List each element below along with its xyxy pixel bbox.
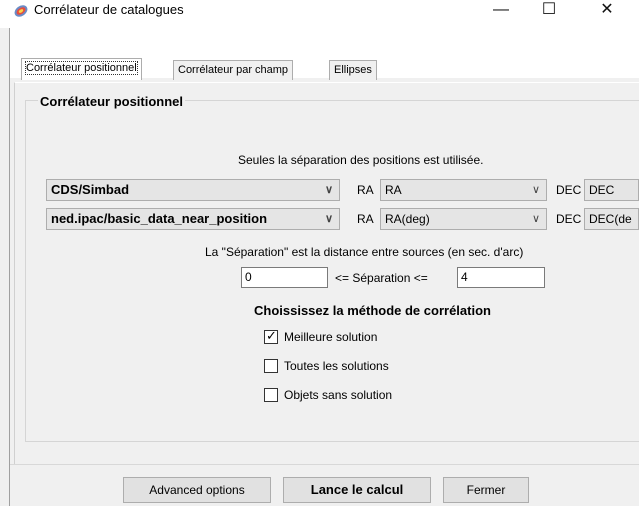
- panel-bottom-divider: [10, 464, 639, 465]
- chevron-down-icon: ∨: [324, 213, 333, 225]
- ra-column-select-2[interactable]: RA(deg) ∨: [380, 208, 547, 230]
- tab-label: Corrélateur par champ: [178, 64, 289, 76]
- chevron-down-icon: ∨: [531, 213, 540, 225]
- option-label: Toutes les solutions: [284, 359, 389, 373]
- tab-correlateur-positionnel[interactable]: Corrélateur positionnel: [21, 58, 142, 80]
- dec-column-select-2[interactable]: DEC(de: [584, 208, 639, 230]
- ra-value: RA: [385, 183, 402, 197]
- close-window-button[interactable]: ✕: [584, 0, 630, 24]
- checkbox-meilleure-solution[interactable]: ✓: [264, 328, 278, 344]
- window-title: Corrélateur de catalogues: [34, 2, 184, 17]
- separation-label: <= Séparation <=: [335, 271, 428, 285]
- tab-label: Ellipses: [334, 64, 372, 76]
- catalog-select-2[interactable]: ned.ipac/basic_data_near_position ∨: [46, 208, 340, 230]
- title-bar: Corrélateur de catalogues — ☐ ✕: [0, 0, 639, 28]
- catalog-value: CDS/Simbad: [51, 182, 130, 197]
- aladin-app-icon: [13, 2, 29, 18]
- chevron-down-icon: ∨: [324, 184, 333, 196]
- dec-label: DEC: [556, 212, 582, 226]
- checkmark-icon: ✓: [266, 328, 277, 343]
- tab-correlateur-par-champ[interactable]: Corrélateur par champ: [173, 60, 294, 80]
- checkbox-toutes-les-solutions[interactable]: [264, 359, 278, 373]
- checkbox-objets-sans-solution[interactable]: [264, 388, 278, 402]
- separation-note: La "Séparation" est la distance entre so…: [205, 245, 524, 259]
- group-title: Corrélateur positionnel: [38, 94, 186, 109]
- ra-label: RA: [357, 183, 374, 197]
- advanced-options-button[interactable]: Advanced options: [123, 477, 271, 503]
- ra-column-select-1[interactable]: RA ∨: [380, 179, 547, 201]
- dec-label: DEC: [556, 183, 582, 197]
- separation-max-input[interactable]: 4: [457, 267, 545, 288]
- info-text: Seules la séparation des positions est u…: [238, 153, 484, 167]
- left-border: [9, 28, 10, 506]
- ra-value: RA(deg): [385, 212, 430, 226]
- option-label: Objets sans solution: [284, 388, 393, 402]
- minimize-button[interactable]: —: [478, 0, 524, 24]
- ra-label: RA: [357, 212, 374, 226]
- dec-value: DEC: [589, 183, 615, 197]
- separation-min-input[interactable]: 0: [241, 267, 328, 288]
- catalog-select-1[interactable]: CDS/Simbad ∨: [46, 179, 340, 201]
- tab-ellipses[interactable]: Ellipses: [329, 60, 377, 80]
- close-button[interactable]: Fermer: [443, 477, 529, 503]
- compute-button[interactable]: Lance le calcul: [283, 477, 431, 503]
- catalog-value: ned.ipac/basic_data_near_position: [51, 211, 268, 226]
- dec-column-select-1[interactable]: DEC: [584, 179, 639, 201]
- dec-value: DEC(de: [589, 212, 632, 226]
- tab-label: Corrélateur positionnel: [25, 61, 138, 75]
- option-label: Meilleure solution: [284, 330, 378, 344]
- method-title: Choississez la méthode de corrélation: [254, 303, 491, 318]
- maximize-button[interactable]: ☐: [526, 0, 572, 24]
- chevron-down-icon: ∨: [531, 184, 540, 196]
